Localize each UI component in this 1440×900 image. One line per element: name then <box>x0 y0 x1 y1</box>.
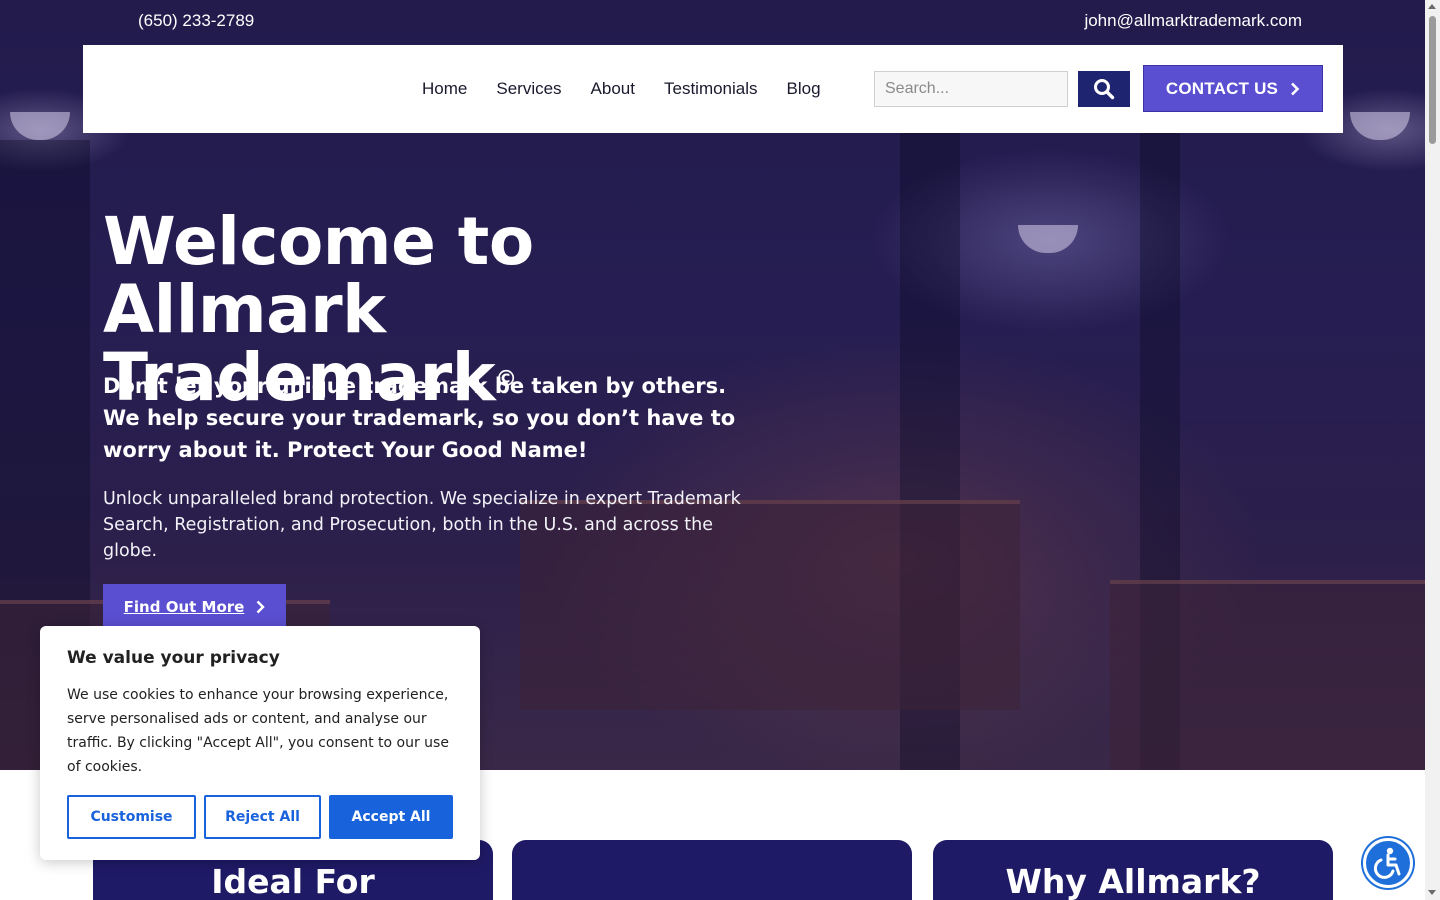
cookie-text: We use cookies to enhance your browsing … <box>67 687 449 775</box>
scroll-down-arrow[interactable] <box>1428 890 1436 895</box>
search-button[interactable] <box>1078 71 1130 107</box>
nav-item-about[interactable]: About <box>591 79 635 99</box>
hero-title-line1: Welcome to Allmark <box>103 203 534 348</box>
page-scrollbar[interactable] <box>1425 0 1440 900</box>
main-navbar: Home Services About Testimonials Blog CO… <box>83 45 1343 133</box>
wall-lamp <box>1350 112 1410 140</box>
contact-us-button[interactable]: CONTACT US <box>1143 65 1323 112</box>
hero-description: Unlock unparalleled brand protection. We… <box>103 489 741 561</box>
hero-subtitle: Don’t let your unique trademark be taken… <box>103 374 736 462</box>
card-title: Ideal For <box>211 862 375 900</box>
contact-us-label: CONTACT US <box>1165 78 1279 98</box>
nav-item-testimonials[interactable]: Testimonials <box>664 79 758 99</box>
nav-item-services[interactable]: Services <box>496 79 561 99</box>
wall-lamp <box>1018 225 1078 253</box>
cookie-title: We value your privacy <box>67 648 280 668</box>
feature-card: Why Allmark? <box>933 840 1333 900</box>
accessibility-button[interactable] <box>1363 838 1413 888</box>
accept-all-button[interactable]: Accept All <box>329 795 453 839</box>
find-out-more-label: Find Out More <box>123 598 245 616</box>
cookie-consent-banner: We value your privacy We use cookies to … <box>40 626 480 860</box>
accessibility-icon <box>1373 847 1401 879</box>
topbar-email[interactable]: john@allmarktrademark.com <box>1084 11 1302 31</box>
scroll-up-arrow[interactable] <box>1428 4 1436 9</box>
feature-card <box>512 840 912 900</box>
wall-lamp <box>10 112 70 140</box>
nav-links: Home Services About Testimonials Blog <box>422 79 821 99</box>
find-out-more-button[interactable]: Find Out More <box>103 584 286 630</box>
topbar-phone[interactable]: (650) 233-2789 <box>138 11 254 31</box>
reject-all-button[interactable]: Reject All <box>204 795 321 839</box>
nav-item-blog[interactable]: Blog <box>787 79 821 99</box>
chevron-right-icon <box>256 600 266 614</box>
scroll-thumb[interactable] <box>1429 16 1436 144</box>
card-title: Why Allmark? <box>1005 862 1261 900</box>
search-icon <box>1094 79 1115 100</box>
chevron-right-icon <box>1291 82 1300 95</box>
customise-button[interactable]: Customise <box>67 795 196 839</box>
courtroom-bench <box>1110 580 1425 770</box>
nav-item-home[interactable]: Home <box>422 79 467 99</box>
search-input[interactable] <box>874 71 1068 107</box>
